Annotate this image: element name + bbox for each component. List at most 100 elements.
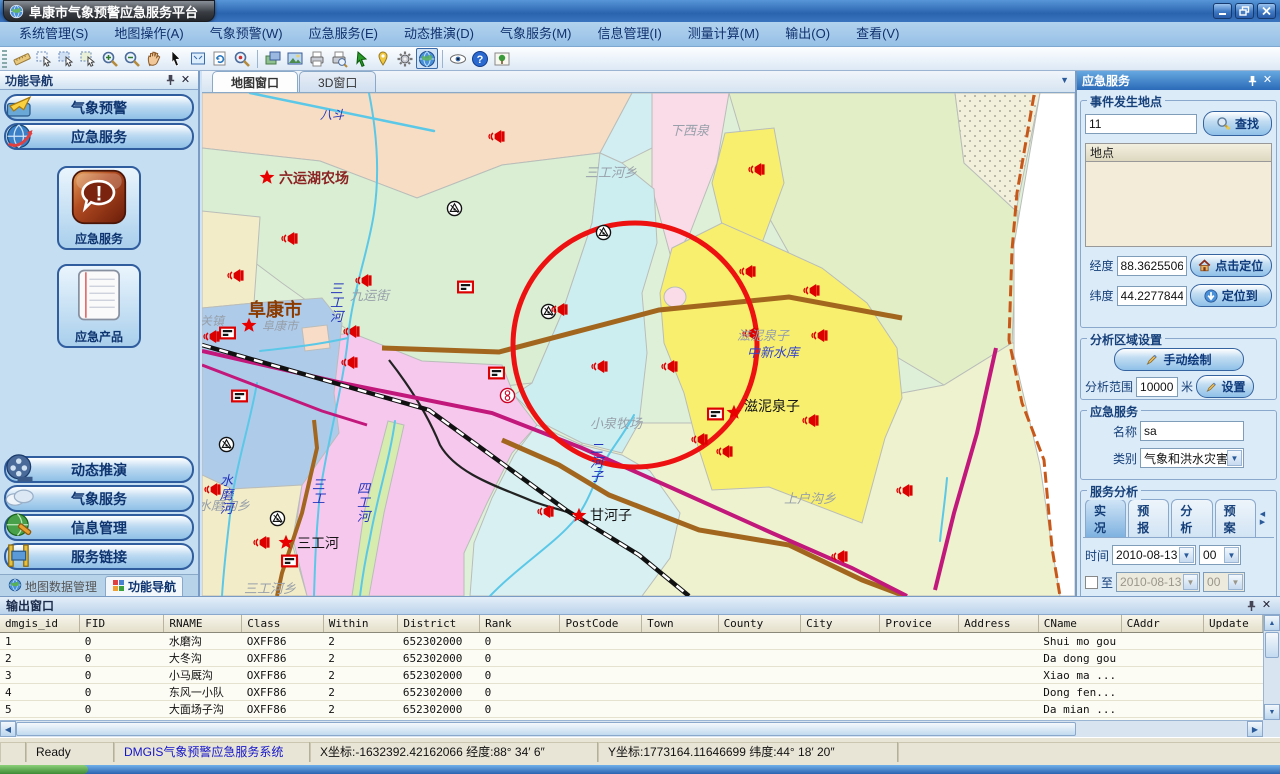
service-name-input[interactable]	[1140, 421, 1244, 441]
help-icon[interactable]: ?	[469, 48, 491, 69]
chevron-down-icon[interactable]: ▼	[1227, 450, 1242, 466]
menu-item[interactable]: 测量计算(M)	[675, 22, 773, 46]
place-list[interactable]	[1085, 161, 1272, 247]
analysis-tab[interactable]: 预案	[1215, 499, 1256, 537]
tree-image-icon[interactable]	[491, 48, 513, 69]
left-tab[interactable]: 功能导航	[105, 576, 183, 596]
close-button[interactable]	[1257, 3, 1276, 19]
station-marker-icon[interactable]	[219, 437, 233, 451]
left-tab[interactable]: 地图数据管理	[2, 576, 103, 596]
chevron-down-icon[interactable]: ▼	[1060, 75, 1069, 85]
print-preview-icon[interactable]	[328, 48, 350, 69]
latitude-input[interactable]	[1117, 286, 1187, 306]
table-row[interactable]: 20大冬沟OXFF8626523020000Da dong gou	[0, 650, 1263, 667]
column-header[interactable]: dmgis_id	[0, 615, 80, 633]
close-icon[interactable]: ✕	[1260, 74, 1275, 88]
table-row[interactable]: 40东风一小队OXFF8626523020000Dong fen...	[0, 684, 1263, 701]
green-pointer-icon[interactable]	[350, 48, 372, 69]
analysis-tab[interactable]: 分析	[1171, 499, 1212, 537]
horizontal-scrollbar[interactable]: ◀ ▶	[0, 720, 1263, 737]
station-marker-icon[interactable]	[541, 304, 555, 318]
to-checkbox[interactable]	[1085, 576, 1098, 589]
menu-item[interactable]: 输出(O)	[772, 22, 843, 46]
column-header[interactable]: Rank	[480, 615, 560, 633]
station-marker-icon[interactable]	[270, 511, 284, 525]
export-map-icon[interactable]	[284, 48, 306, 69]
column-header[interactable]: RNAME	[164, 615, 242, 633]
output-table[interactable]: dmgis_idFIDRNAMEClassWithinDistrictRankP…	[0, 615, 1263, 720]
locate-to-button[interactable]: 定位到	[1190, 284, 1272, 307]
toolbar-grip[interactable]	[2, 50, 7, 68]
vertical-scrollbar[interactable]: ▲ ▼	[1263, 615, 1280, 720]
flag-marker-icon[interactable]	[458, 282, 473, 293]
menu-item[interactable]: 应急服务(E)	[296, 22, 391, 46]
scroll-down-icon[interactable]: ▼	[1264, 704, 1280, 720]
service-type-select[interactable]: 气象和洪水灾害 ▼	[1140, 448, 1244, 468]
column-header[interactable]: Address	[959, 615, 1039, 633]
column-header[interactable]: District	[398, 615, 480, 633]
sidebar-item[interactable]: 动态推演	[4, 456, 194, 483]
column-header[interactable]: PostCode	[560, 615, 642, 633]
tab-scroll-icons[interactable]: ◀ ▶	[1260, 510, 1272, 526]
flag-marker-icon[interactable]	[232, 391, 247, 402]
table-row[interactable]: 10水磨沟OXFF8626523020000Shui mo gou	[0, 633, 1263, 650]
restore-button[interactable]	[1235, 3, 1254, 19]
find-button[interactable]: 查找	[1203, 111, 1272, 136]
column-header[interactable]: Provice	[880, 615, 959, 633]
column-header[interactable]: CAddr	[1121, 615, 1203, 633]
full-extent-icon[interactable]	[187, 48, 209, 69]
menu-item[interactable]: 动态推演(D)	[391, 22, 487, 46]
scroll-thumb[interactable]	[16, 722, 1076, 736]
scroll-thumb[interactable]	[1265, 632, 1279, 658]
set-range-button[interactable]: 设置	[1196, 375, 1254, 398]
flag-marker-icon[interactable]	[220, 328, 235, 339]
sidebar-item[interactable]: 应急服务	[4, 123, 194, 150]
scroll-left-icon[interactable]: ◀	[0, 721, 16, 737]
locate-by-click-button[interactable]: 点击定位	[1190, 254, 1272, 277]
close-icon[interactable]: ✕	[1259, 599, 1274, 613]
menu-item[interactable]: 气象预警(W)	[197, 22, 296, 46]
scroll-up-icon[interactable]: ▲	[1264, 615, 1280, 631]
pointer-icon[interactable]	[165, 48, 187, 69]
location-search-input[interactable]	[1085, 114, 1197, 134]
menu-item[interactable]: 地图操作(A)	[101, 22, 196, 46]
pan-hand-icon[interactable]	[143, 48, 165, 69]
column-header[interactable]: City	[801, 615, 880, 633]
menu-item[interactable]: 信息管理(I)	[585, 22, 675, 46]
select-area-icon[interactable]	[77, 48, 99, 69]
globe-icon[interactable]	[416, 48, 438, 69]
eye-icon[interactable]	[447, 48, 469, 69]
column-header[interactable]: FID	[80, 615, 164, 633]
sidebar-item[interactable]: 信息管理	[4, 514, 194, 541]
pin-icon[interactable]	[1244, 599, 1259, 613]
place-column-header[interactable]: 地点	[1085, 143, 1272, 161]
manual-draw-button[interactable]: 手动绘制	[1114, 348, 1244, 371]
column-header[interactable]: Town	[642, 615, 718, 633]
sidebar-item[interactable]: 气象服务	[4, 485, 194, 512]
close-icon[interactable]: ✕	[178, 73, 193, 87]
station-marker-icon[interactable]	[596, 225, 610, 239]
map-canvas[interactable]: 六运湖农场三工河乡下西泉八斗阜康市阜康市城关镇九运街滋泥泉子中新水库滋泥泉子小泉…	[202, 93, 1075, 596]
select-rect-icon[interactable]	[55, 48, 77, 69]
menu-item[interactable]: 气象服务(M)	[487, 22, 585, 46]
sidebar-item[interactable]: 气象预警	[4, 94, 194, 121]
sidebar-item[interactable]: 服务链接	[4, 543, 194, 570]
zoom-in-icon[interactable]	[99, 48, 121, 69]
column-header[interactable]: CName	[1038, 615, 1121, 633]
flag-marker-icon[interactable]	[708, 409, 723, 420]
flag-marker-icon[interactable]	[282, 556, 297, 567]
layers-icon[interactable]	[262, 48, 284, 69]
scroll-right-icon[interactable]: ▶	[1247, 721, 1263, 737]
pin-icon[interactable]	[1245, 74, 1260, 88]
longitude-input[interactable]	[1117, 256, 1187, 276]
table-row[interactable]: 50大面场子沟OXFF8626523020000Da mian ...	[0, 701, 1263, 718]
flag-marker-icon[interactable]	[489, 368, 504, 379]
big-button[interactable]: 应急产品	[57, 264, 141, 348]
station-marker-icon[interactable]	[447, 201, 461, 215]
column-header[interactable]: Class	[242, 615, 324, 633]
menu-item[interactable]: 系统管理(S)	[6, 22, 101, 46]
hour-to-select[interactable]: 00▼	[1203, 572, 1245, 592]
refresh-icon[interactable]	[209, 48, 231, 69]
select-arrow-icon[interactable]	[33, 48, 55, 69]
column-header[interactable]: County	[718, 615, 801, 633]
